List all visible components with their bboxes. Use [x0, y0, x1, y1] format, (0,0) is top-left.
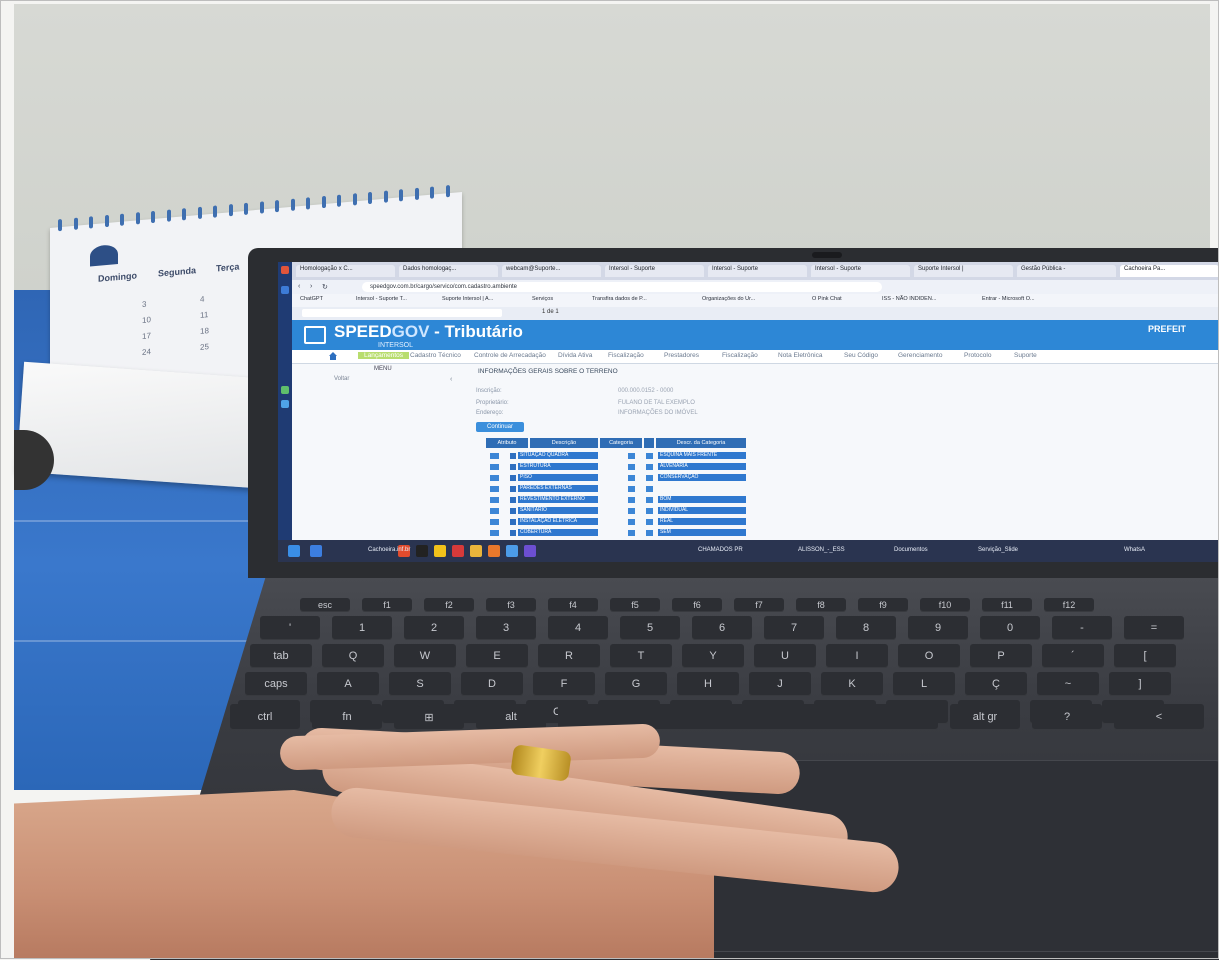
image-border: [0, 0, 1219, 959]
